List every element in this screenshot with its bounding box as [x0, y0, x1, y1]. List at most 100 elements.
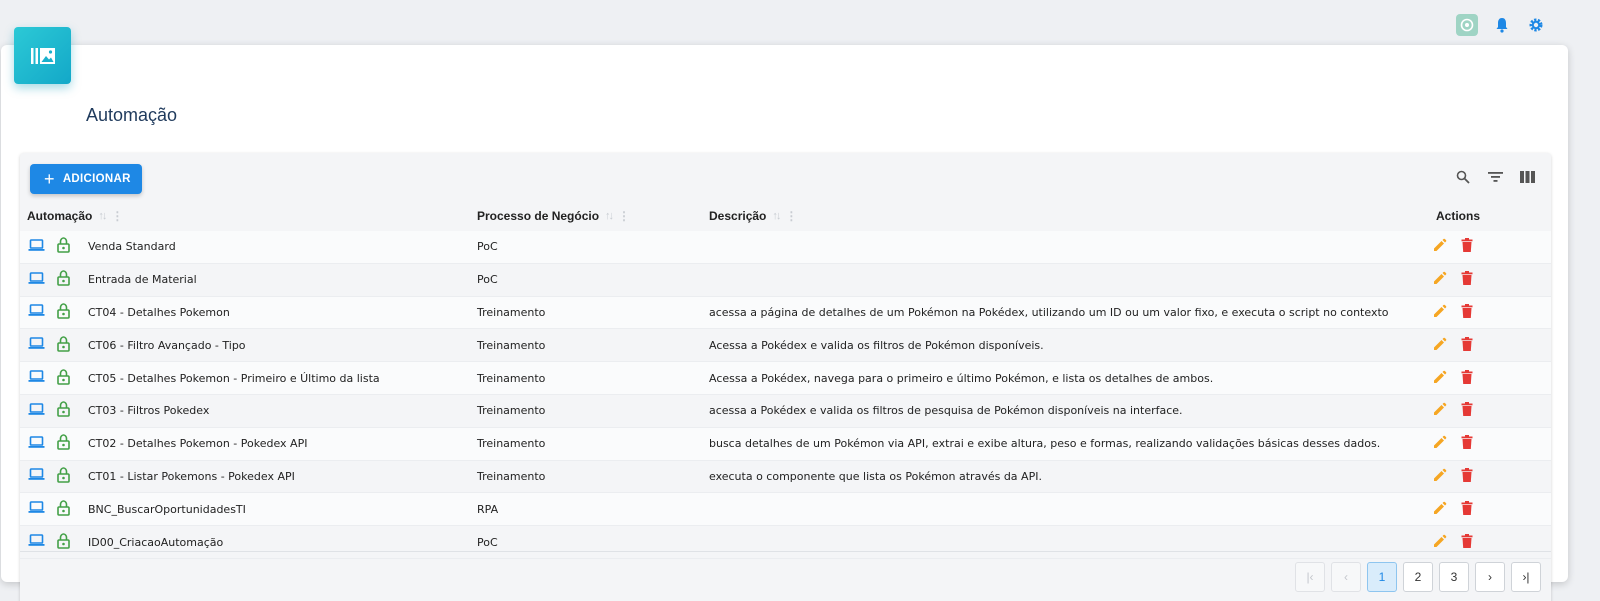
column-header-descricao[interactable]: Descrição ↑↓ ⋮	[709, 209, 797, 223]
laptop-icon[interactable]	[28, 435, 45, 452]
cell-processo: PoC	[477, 273, 498, 287]
table-body: Venda Standard PoC Entrada de Material PoC C…	[20, 231, 1551, 559]
lock-open-icon[interactable]	[57, 270, 70, 289]
cell-processo: Treinamento	[477, 371, 546, 385]
column-label: Descrição	[709, 209, 767, 223]
page-title: Automação	[86, 105, 178, 125]
edit-icon[interactable]	[1433, 435, 1447, 452]
sort-icon[interactable]: ↑↓	[772, 210, 781, 222]
filter-icon[interactable]	[1485, 167, 1505, 187]
search-icon[interactable]	[1453, 167, 1473, 187]
column-menu-icon[interactable]: ⋮	[618, 209, 630, 223]
table-row[interactable]: CT03 - Filtros Pokedex Treinamento acessa …	[20, 394, 1551, 428]
row-actions	[1433, 428, 1473, 460]
edit-icon[interactable]	[1433, 304, 1447, 321]
edit-icon[interactable]	[1433, 370, 1447, 387]
laptop-icon[interactable]	[28, 501, 45, 517]
delete-icon[interactable]	[1461, 303, 1473, 321]
delete-icon[interactable]	[1461, 435, 1473, 452]
laptop-icon[interactable]	[28, 370, 45, 386]
bell-icon[interactable]	[1492, 15, 1512, 35]
cell-automacao: Venda Standard	[88, 240, 176, 254]
prev-page-button[interactable]: ‹	[1331, 562, 1361, 592]
delete-icon[interactable]	[1461, 467, 1473, 485]
table-row[interactable]: CT05 - Detalhes Pokemon - Primeiro e Últ…	[20, 362, 1551, 395]
cell-automacao: BNC_BuscarOportunidadesTI	[88, 502, 246, 516]
row-status-icons	[28, 493, 70, 525]
edit-icon[interactable]	[1433, 337, 1447, 354]
ai-assistant-icon[interactable]	[1456, 14, 1478, 36]
laptop-icon[interactable]	[28, 304, 45, 320]
row-actions	[1433, 395, 1473, 427]
column-menu-icon[interactable]: ⋮	[111, 209, 123, 223]
lock-open-icon[interactable]	[57, 401, 70, 420]
last-page-button[interactable]: ›|	[1511, 562, 1541, 592]
automation-table-panel: + ADICIONAR Automação ↑↓ ⋮ Processo de N…	[20, 153, 1551, 601]
row-status-icons	[28, 297, 70, 329]
delete-icon[interactable]	[1461, 271, 1473, 288]
cell-processo: Treinamento	[477, 469, 546, 483]
table-row[interactable]: BNC_BuscarOportunidadesTI RPA	[20, 493, 1551, 527]
cell-processo: Treinamento	[477, 437, 546, 451]
lock-open-icon[interactable]	[57, 237, 70, 256]
edit-icon[interactable]	[1433, 271, 1447, 288]
laptop-icon[interactable]	[28, 468, 45, 484]
first-page-button[interactable]: |‹	[1295, 562, 1325, 592]
laptop-icon[interactable]	[28, 239, 45, 255]
delete-icon[interactable]	[1461, 533, 1473, 551]
table-row[interactable]: CT04 - Detalhes Pokemon Treinamento acessa…	[20, 296, 1551, 330]
row-status-icons	[28, 395, 70, 427]
cell-processo: Treinamento	[477, 404, 546, 418]
table-row[interactable]: Venda Standard PoC	[20, 231, 1551, 264]
lock-open-icon[interactable]	[57, 499, 70, 519]
edit-icon[interactable]	[1433, 402, 1447, 419]
next-page-icon: ›	[1488, 570, 1492, 584]
edit-icon[interactable]	[1433, 534, 1447, 551]
gear-icon[interactable]	[1526, 15, 1546, 35]
lock-open-icon[interactable]	[57, 335, 70, 355]
row-actions	[1433, 461, 1473, 493]
delete-icon[interactable]	[1461, 402, 1473, 419]
last-page-icon: ›|	[1522, 570, 1530, 584]
cell-automacao: CT02 - Detalhes Pokemon - Pokedex API	[88, 437, 308, 451]
column-header-processo[interactable]: Processo de Negócio ↑↓ ⋮	[477, 209, 630, 223]
column-header-automacao[interactable]: Automação ↑↓ ⋮	[27, 209, 123, 223]
lock-open-icon[interactable]	[57, 303, 70, 322]
delete-icon[interactable]	[1461, 369, 1473, 387]
table-row[interactable]: CT02 - Detalhes Pokemon - Pokedex API Tre…	[20, 427, 1551, 461]
cell-automacao: Entrada de Material	[88, 273, 197, 287]
delete-icon[interactable]	[1461, 336, 1473, 354]
edit-icon[interactable]	[1433, 238, 1447, 255]
main-card: Automação + ADICIONAR Automação ↑↓ ⋮ Pro…	[1, 45, 1568, 601]
top-right-toolbar	[1456, 14, 1546, 36]
page-button-2[interactable]: 2	[1403, 562, 1433, 592]
add-button[interactable]: + ADICIONAR	[30, 164, 142, 194]
lock-open-icon[interactable]	[57, 532, 70, 552]
page-button-1[interactable]: 1	[1367, 562, 1397, 592]
cell-automacao: CT01 - Listar Pokemons - Pokedex API	[88, 469, 295, 483]
delete-icon[interactable]	[1461, 500, 1473, 518]
delete-icon[interactable]	[1461, 238, 1473, 255]
column-menu-icon[interactable]: ⋮	[785, 209, 797, 223]
lock-open-icon[interactable]	[57, 368, 70, 388]
edit-icon[interactable]	[1433, 501, 1447, 518]
sort-icon[interactable]: ↑↓	[98, 210, 107, 222]
edit-icon[interactable]	[1433, 468, 1447, 485]
laptop-icon[interactable]	[28, 337, 45, 353]
lock-open-icon[interactable]	[57, 434, 70, 453]
columns-icon[interactable]	[1517, 167, 1537, 187]
table-row[interactable]: Entrada de Material PoC	[20, 263, 1551, 297]
table-row[interactable]: CT01 - Listar Pokemons - Pokedex API Trei…	[20, 460, 1551, 494]
table-row[interactable]: CT06 - Filtro Avançado - Tipo Treinamento…	[20, 329, 1551, 363]
row-actions	[1433, 329, 1473, 361]
cell-automacao: CT06 - Filtro Avançado - Tipo	[88, 338, 246, 352]
next-page-button[interactable]: ›	[1475, 562, 1505, 592]
laptop-icon[interactable]	[28, 271, 45, 288]
lock-open-icon[interactable]	[57, 467, 70, 486]
prev-page-icon: ‹	[1344, 570, 1348, 584]
page-button-3[interactable]: 3	[1439, 562, 1469, 592]
laptop-icon[interactable]	[28, 403, 45, 419]
cell-descricao: acessa a Pokédex e valida os filtros de …	[709, 404, 1183, 418]
sort-icon[interactable]: ↑↓	[605, 210, 614, 222]
laptop-icon[interactable]	[28, 534, 45, 550]
